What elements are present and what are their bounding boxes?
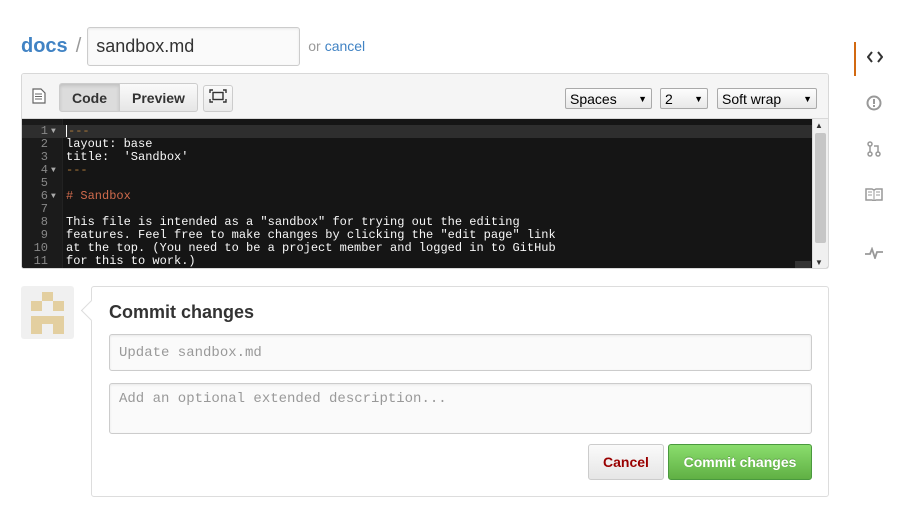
code-line[interactable]: 4 ▼ ---: [22, 164, 812, 177]
indent-mode-value: Spaces: [570, 90, 617, 107]
scroll-up-icon[interactable]: ▲: [815, 121, 823, 130]
code-line-text: # Sandbox: [66, 189, 131, 203]
wiki-icon: [865, 187, 883, 206]
code-icon: [866, 50, 884, 68]
fullscreen-button[interactable]: [203, 85, 233, 112]
file-text-icon: [32, 88, 46, 109]
pulse-icon: [865, 246, 883, 264]
sidebar-item-code[interactable]: [854, 42, 894, 76]
tab-preview[interactable]: Preview: [120, 83, 198, 112]
chevron-down-icon: ▼: [694, 93, 703, 104]
path-separator: /: [75, 34, 82, 57]
editor-toolbar: Code Preview Spaces ▼ 2 ▼ Soft wrap ▼: [22, 74, 828, 119]
code-area[interactable]: 1 ▼ --- 2 layout: base 3 title: 'Sandbox' 4 ▼ ---…: [22, 119, 828, 268]
commit-form-title: Commit changes: [109, 302, 255, 322]
code-line[interactable]: 6 ▼ # Sandbox: [22, 190, 812, 203]
commit-form: Commit changes Cancel Commit changes: [91, 286, 829, 497]
editor-mode-tabs: Code Preview: [59, 83, 198, 112]
sidebar-item-issues[interactable]: [854, 88, 894, 122]
commit-changes-button[interactable]: Commit changes: [668, 444, 812, 480]
sidebar-item-wiki[interactable]: [854, 179, 894, 213]
avatar[interactable]: [21, 286, 74, 339]
vertical-scrollbar[interactable]: ▲ ▼: [812, 119, 828, 268]
commit-summary-input[interactable]: [109, 334, 812, 371]
commit-description-input[interactable]: [109, 383, 812, 434]
indent-size-value: 2: [665, 90, 673, 107]
fullscreen-icon: [209, 89, 227, 108]
sidebar-item-pulse[interactable]: [854, 238, 894, 272]
text-cursor: [66, 125, 67, 137]
scrollbar-thumb[interactable]: [815, 133, 826, 243]
or-text: or: [308, 38, 321, 54]
tab-code[interactable]: Code: [59, 83, 120, 112]
wrap-mode-value: Soft wrap: [722, 90, 782, 107]
chevron-down-icon: ▼: [638, 93, 647, 104]
indent-mode-select[interactable]: Spaces ▼: [565, 88, 652, 109]
repo-link[interactable]: docs: [21, 35, 68, 58]
fold-arrow-icon[interactable]: ▼: [51, 125, 56, 138]
code-line-text: for this to work.): [66, 254, 196, 268]
code-line[interactable]: 5: [22, 177, 812, 190]
filename-input[interactable]: [87, 26, 301, 66]
code-line[interactable]: 11 for this to work.): [22, 255, 812, 268]
scroll-down-icon[interactable]: ▼: [815, 258, 823, 267]
cancel-edit-link[interactable]: cancel: [325, 38, 365, 54]
code-line-text: ---: [66, 163, 88, 177]
file-editor: Code Preview Spaces ▼ 2 ▼ Soft wrap ▼ 1 ▼…: [21, 73, 829, 269]
horizontal-scroll-thumb[interactable]: [795, 261, 811, 268]
cancel-button[interactable]: Cancel: [588, 444, 664, 480]
issues-icon: [866, 95, 882, 116]
wrap-mode-select[interactable]: Soft wrap ▼: [717, 88, 817, 109]
pull-request-icon: [867, 140, 881, 162]
code-line[interactable]: 3 title: 'Sandbox': [22, 151, 812, 164]
indent-size-select[interactable]: 2 ▼: [660, 88, 708, 109]
fold-arrow-icon[interactable]: ▼: [51, 190, 56, 203]
fold-arrow-icon[interactable]: ▼: [51, 164, 56, 177]
chevron-down-icon: ▼: [803, 93, 812, 104]
breadcrumb: docs / or cancel: [21, 26, 365, 66]
sidebar-item-pull-requests[interactable]: [854, 134, 894, 168]
line-number: 11: [33, 254, 48, 268]
